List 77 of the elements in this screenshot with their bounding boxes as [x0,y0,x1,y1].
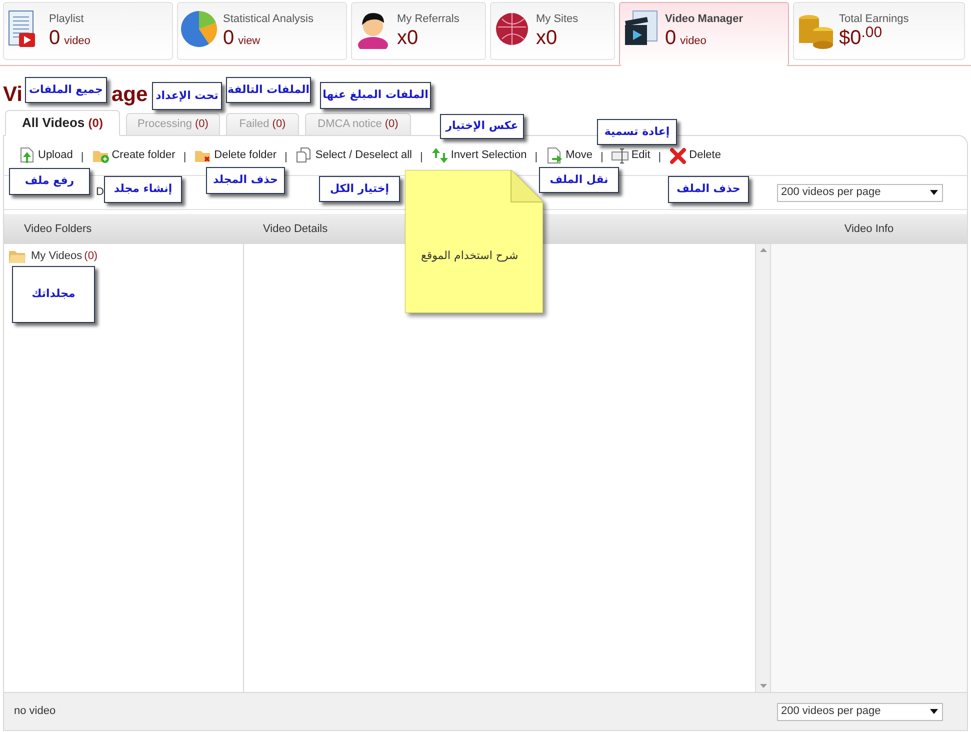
card-value: x0 [536,26,558,50]
page-title: Vi [3,82,22,108]
folder-icon [9,250,26,263]
stat-card[interactable]: My Referrals x0 [351,2,486,60]
callout: عكس الإختيار [440,114,524,139]
card-label: Playlist [49,13,85,26]
card-label: Total Earnings [839,13,909,26]
card-value: x0 [397,26,418,50]
callout: تحت الإعداد [152,82,222,110]
toolbar-button[interactable]: Create folder [92,147,176,164]
callout: الملفات التالفة [226,77,311,103]
card-value: $0$^{.00}$ [839,26,882,50]
separator: | [80,150,84,166]
column-header: Video Info [844,222,894,237]
card-value: 0 [49,26,60,50]
callout: إختيار الكل [319,176,400,202]
page-title: age [111,82,148,108]
card-unit: view [238,34,260,49]
rename-icon [611,147,630,164]
status-text: no video [14,704,56,720]
tab[interactable]: DMCA notice (0) [305,113,411,136]
stat-card[interactable]: Video Manager 0 video [619,2,789,66]
column-header: Video Details [263,222,328,237]
label-fragment: D [96,185,104,200]
callout: نقل الملف [539,167,619,193]
card-unit: video [64,34,90,49]
up-arrow-icon[interactable] [760,248,766,252]
per-page-select[interactable]: 200 videos per page [777,702,943,720]
stat-card[interactable]: Total Earnings $0$^{.00}$ [793,2,965,60]
file-arrow-icon [546,147,564,164]
card-label: Statistical Analysis [223,13,314,26]
separator: | [600,150,604,166]
stat-card[interactable]: Statistical Analysis 0 view [177,2,347,60]
separator: | [420,150,423,166]
tab[interactable]: Processing (0) [126,113,220,136]
file-upload-icon [18,147,36,164]
down-arrow-icon[interactable] [760,684,766,688]
folder-item[interactable]: My Videos (0) [9,248,98,264]
toolbar-button[interactable]: Invert Selection [430,147,527,164]
callout: حذف الملف [668,176,749,203]
callout: رفع ملف [9,168,90,195]
card-value: 0 [665,26,676,50]
separator: | [284,150,288,166]
tab[interactable]: All Videos (0) [5,110,120,136]
separator: | [183,150,186,166]
card-unit: video [680,34,706,49]
arrows-up-down-icon [430,147,449,164]
callout: حذف المجلد [206,167,285,194]
callout: الملفات المبلغ عنها [320,82,431,109]
toolbar-button[interactable]: Edit [611,147,650,164]
callout: إعادة تسمية [597,119,677,145]
delete-icon [669,147,688,164]
stat-card[interactable]: Playlist 0 video [3,2,173,60]
column-header: Video Folders [24,222,92,237]
scrollbar[interactable] [755,244,771,692]
callout: جميع الملفات [25,77,107,103]
card-label: My Referrals [397,13,460,26]
per-page-select[interactable]: 200 videos per page [777,184,943,202]
dropdown-arrow-icon [930,709,938,714]
tab[interactable]: Failed (0) [226,113,299,136]
toolbar-button[interactable]: Move [546,147,592,164]
dropdown-arrow-icon [930,190,938,195]
pages-icon [295,147,314,164]
stat-card[interactable]: My Sites x0 [490,2,615,60]
pie-chart-icon [181,9,217,49]
toolbar-button[interactable]: Select / Deselect all [295,147,412,164]
callout: إنشاء مجلد [104,176,182,203]
separator: | [534,150,538,166]
card-label: Video Manager [665,13,744,26]
toolbar-button[interactable]: Delete folder [194,147,277,164]
callout: مجلداتك [12,266,95,323]
card-value: 0 [223,26,234,50]
separator: | [658,150,662,166]
toolbar-button[interactable]: Upload [18,147,73,164]
card-label: My Sites [536,13,578,26]
toolbar-button[interactable]: Delete [669,147,721,164]
note-text: شرح استخدام الموقع [421,248,518,264]
